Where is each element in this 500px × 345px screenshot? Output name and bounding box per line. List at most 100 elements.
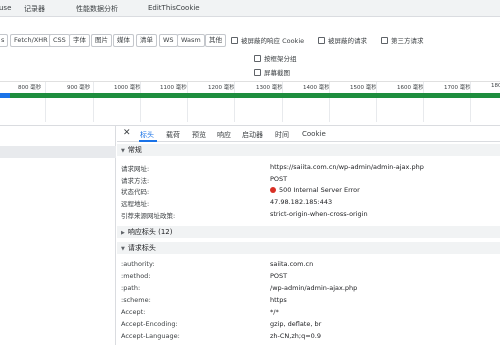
timeline-gridline (282, 82, 283, 122)
tab-initiator[interactable]: 启动器 (242, 130, 263, 140)
tab-preview[interactable]: 预览 (192, 130, 206, 140)
timeline-tick: 1500 毫秒 (350, 85, 377, 91)
header-key: Accept: (121, 308, 146, 316)
request-list-pane (0, 126, 116, 345)
header-value: saiita.com.cn (270, 260, 314, 268)
header-value: /wp-admin/admin-ajax.php (270, 284, 358, 292)
group-by-frame-checkbox[interactable]: 按框架分组 (254, 53, 297, 63)
header-key: 请求网址: (121, 165, 150, 173)
header-value: POST (270, 175, 288, 183)
expand-triangle-icon[interactable]: ▼ (121, 148, 125, 154)
tab-performance-insights[interactable]: 性能数据分析 (76, 4, 118, 14)
timeline-tick: 900 毫秒 (67, 85, 91, 91)
checkbox-box[interactable] (254, 54, 261, 62)
timeline-tick: 1000 毫秒 (114, 85, 141, 91)
filter-chip-wasm[interactable]: Wasm (177, 34, 205, 47)
header-key: Accept-Encoding: (121, 320, 178, 328)
checkbox-box[interactable] (231, 36, 238, 44)
header-key: 请求方法: (121, 177, 150, 185)
filter-chip-media[interactable]: 媒体 (113, 34, 134, 47)
request-detail-tabs: 标头 载荷 预览 响应 启动器 时间 Cookie (117, 126, 500, 142)
filter-chip-ws[interactable]: WS (159, 34, 178, 47)
header-value: https://saiita.com.cn/wp-admin/admin-aja… (270, 163, 424, 171)
tab-payload[interactable]: 载荷 (166, 130, 180, 140)
timeline-dom-bar (0, 93, 10, 98)
timeline-gridline (376, 82, 377, 122)
header-key: :path: (121, 284, 141, 292)
timeline-request-bar[interactable] (0, 93, 500, 98)
section-title: 常规 (127, 146, 142, 154)
collapsed-triangle-icon[interactable]: ▶ (121, 230, 125, 236)
section-response-headers-header[interactable]: ▶ 响应标头 (12) (117, 226, 500, 238)
checkbox-label: 被屏蔽的请求 (328, 37, 367, 45)
tab-response[interactable]: 响应 (217, 130, 231, 140)
header-value: POST (270, 272, 288, 280)
filter-chip-css[interactable]: CSS (49, 34, 70, 47)
header-key: 远程地址: (121, 200, 150, 208)
timeline-tick: 1700 毫秒 (444, 85, 471, 91)
timeline-tick: 1300 毫秒 (256, 85, 283, 91)
timeline-gridline (45, 82, 46, 122)
header-key: :authority: (121, 260, 155, 268)
section-request-headers-header[interactable]: ▼ 请求标头 (117, 242, 500, 254)
timeline-tick: 1400 毫秒 (303, 85, 330, 91)
expand-triangle-icon[interactable]: ▼ (121, 246, 125, 252)
timeline-gridline (329, 82, 330, 122)
checkbox-label: 按框架分组 (264, 55, 297, 63)
filter-chip-all[interactable]: s (0, 34, 9, 47)
timeline-tick: 1200 毫秒 (208, 85, 235, 91)
filter-chip-font[interactable]: 字体 (69, 34, 90, 47)
tab-network-partial[interactable]: use (0, 4, 11, 12)
header-key: :method: (121, 272, 151, 280)
status-text: 500 Internal Server Error (279, 186, 360, 194)
error-status-icon (270, 187, 276, 193)
devtools-panel-tabs: use 记录器 性能数据分析 EditThisCookie (0, 0, 500, 17)
section-title: 响应标头 (12) (127, 228, 173, 236)
filter-bar: s Fetch/XHR CSS 字体 图片 媒体 清单 WS Wasm 其他 被… (0, 34, 500, 48)
blocked-response-cookies-checkbox[interactable]: 被屏蔽的响应 Cookie (231, 35, 304, 45)
screenshots-checkbox[interactable]: 屏幕截图 (254, 67, 290, 77)
header-key: Accept-Language: (121, 332, 180, 340)
checkbox-box[interactable] (381, 36, 388, 44)
timeline-tick: 1600 毫秒 (397, 85, 424, 91)
filter-chip-other[interactable]: 其他 (205, 34, 226, 47)
timeline-tick: 180 (491, 83, 500, 89)
timeline-gridline (93, 82, 94, 122)
checkbox-label: 屏幕截图 (264, 69, 290, 77)
header-key: 状态代码: (121, 188, 150, 196)
tab-cookies[interactable]: Cookie (302, 130, 326, 138)
timeline-ruler[interactable]: 800 毫秒 900 毫秒 1000 毫秒 1100 毫秒 1200 毫秒 13… (0, 81, 500, 122)
timeline-gridline (423, 82, 424, 122)
header-value: https (270, 296, 287, 304)
timeline-gridline (234, 82, 235, 122)
timeline-tick: 1100 毫秒 (160, 85, 187, 91)
checkbox-box[interactable] (318, 36, 325, 44)
header-value: gzip, deflate, br (270, 320, 322, 328)
timeline-gridline (187, 82, 188, 122)
third-party-requests-checkbox[interactable]: 第三方请求 (381, 35, 424, 45)
tab-headers[interactable]: 标头 (140, 130, 154, 140)
checkbox-label: 第三方请求 (391, 37, 424, 45)
header-key: 引荐来源网址政策: (121, 212, 176, 220)
section-title: 请求标头 (127, 244, 156, 252)
timeline-gridline (470, 82, 471, 122)
checkbox-box[interactable] (254, 68, 261, 76)
header-value: */* (270, 308, 279, 316)
header-value: 47.98.182.185:443 (270, 198, 333, 206)
timeline-tick: 800 毫秒 (18, 85, 42, 91)
filter-chip-image[interactable]: 图片 (91, 34, 112, 47)
filter-chip-manifest[interactable]: 清单 (136, 34, 157, 47)
status-code-value: 500 Internal Server Error (270, 186, 360, 194)
timeline-gridline (140, 82, 141, 122)
checkbox-label: 被屏蔽的响应 Cookie (241, 37, 305, 45)
tab-timing[interactable]: 时间 (275, 130, 289, 140)
tab-editthiscookie[interactable]: EditThisCookie (148, 4, 200, 12)
filter-chip-fetch-xhr[interactable]: Fetch/XHR (10, 34, 52, 47)
blocked-requests-checkbox[interactable]: 被屏蔽的请求 (318, 35, 367, 45)
tab-recorder[interactable]: 记录器 (24, 4, 45, 14)
header-key: :scheme: (121, 296, 151, 304)
selected-request-row[interactable] (0, 146, 116, 158)
section-general-header[interactable]: ▼ 常规 (117, 144, 500, 156)
header-value: strict-origin-when-cross-origin (270, 210, 368, 218)
active-tab-indicator (139, 140, 157, 142)
